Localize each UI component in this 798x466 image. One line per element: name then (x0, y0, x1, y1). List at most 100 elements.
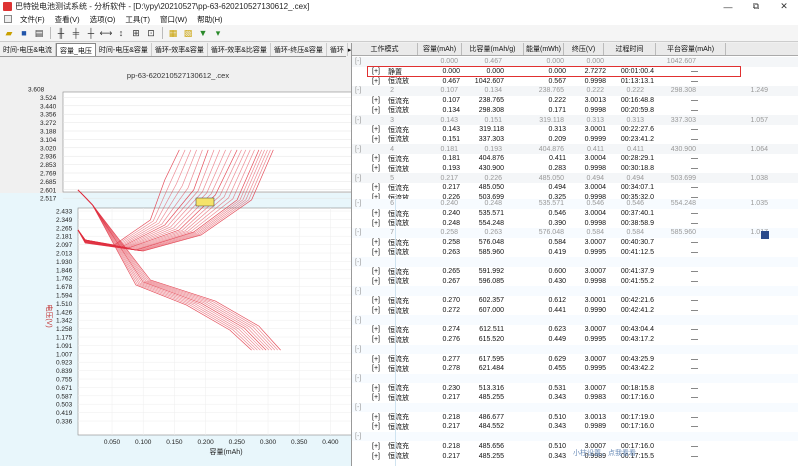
cycle-row[interactable]: [-] 2 0.107 0.134 238.765 0.222 0.222 298.308 1.… (352, 86, 798, 96)
column-header[interactable]: 工作模式 (352, 43, 418, 55)
expand-toggle[interactable]: [-] (355, 257, 361, 267)
export-icon[interactable]: ▧ (181, 27, 195, 40)
expand-toggle[interactable]: [+] (372, 442, 380, 452)
expand-toggle[interactable]: [-] (355, 173, 361, 183)
zoom-box-icon[interactable]: ⊞ (129, 27, 143, 40)
menu-options[interactable]: 选项(O) (85, 14, 121, 25)
expand-toggle[interactable]: [-] (355, 199, 361, 209)
expand-toggle[interactable]: [-] (355, 86, 361, 96)
minimize-button[interactable]: — (714, 0, 742, 13)
close-button[interactable]: ✕ (770, 0, 798, 13)
step-row[interactable]: [+] 恒流充 0.270 602.357 0.612 3.0001 00:42:21.6— (352, 296, 798, 306)
expand-toggle[interactable]: [+] (372, 96, 380, 106)
column-header[interactable]: 过程时间 (604, 43, 656, 55)
expand-toggle[interactable]: [+] (372, 67, 380, 77)
status-hint[interactable]: 小柱设置，点我看看 (573, 448, 636, 458)
step-row[interactable]: [+] 静置 0.000 0.000 0.000 2.7272 00:01:00.4 — (352, 67, 798, 77)
cursor-cross-icon[interactable]: ┼ (84, 27, 98, 40)
expand-toggle[interactable]: [+] (372, 296, 380, 306)
cursor-horizontal-icon[interactable]: ╪ (69, 27, 83, 40)
expand-toggle[interactable]: [+] (372, 451, 380, 461)
cursor-vertical-icon[interactable]: ╫ (54, 27, 68, 40)
step-row[interactable]: [+] 恒流充 0.107 238.765 0.222 3.0013 00:16:48.8 — (352, 96, 798, 106)
expand-toggle[interactable]: [+] (372, 183, 380, 193)
save-icon[interactable]: ■ (17, 27, 31, 40)
cycle-row[interactable]: [-] (352, 373, 798, 384)
expand-toggle[interactable]: [+] (372, 209, 380, 219)
column-header[interactable]: 比容量(mAh/g) (462, 43, 524, 55)
print-icon[interactable]: ▤ (32, 27, 46, 40)
step-row[interactable]: [+] 恒流充 0.230 513.316 0.531 3.0007 00:18:15.8— (352, 383, 798, 393)
menu-view[interactable]: 查看(V) (50, 14, 85, 25)
step-row[interactable]: [+] 恒流充 0.258 576.048 0.584 3.0007 00:40:30.7— (352, 238, 798, 248)
step-row[interactable]: [+] 恒流放 0.217 484.552 0.343 0.9989 00:17:16.0— (352, 422, 798, 432)
column-header[interactable]: 平台容量(mAh) (656, 43, 726, 55)
cycle-row[interactable]: [-] 4 0.181 0.193 404.876 0.411 0.411 430.900 1.… (352, 144, 798, 154)
menu-file[interactable]: 文件(F) (15, 14, 50, 25)
cycle-row[interactable]: [-] 0.000 0.467 0.000 0.000 1042.607 (352, 57, 798, 67)
filter-icon[interactable]: ▼ (196, 27, 210, 40)
expand-toggle[interactable]: [+] (372, 125, 380, 135)
tab-time-voltage-current[interactable]: 时间-电压&电流 (0, 43, 56, 56)
tab-cycle-efficiency-specific[interactable]: 循环-效率&比容量 (208, 43, 271, 56)
expand-toggle[interactable]: [-] (355, 115, 361, 125)
step-row[interactable]: [+] 恒流放 0.272 607.000 0.441 0.9990 00:42:41.2— (352, 306, 798, 316)
maximize-button[interactable]: ⧉ (742, 0, 770, 13)
expand-toggle[interactable]: [+] (372, 325, 380, 335)
expand-toggle[interactable]: [-] (355, 286, 361, 296)
side-panel-icon[interactable] (761, 231, 769, 239)
cycle-row[interactable]: [-] (352, 431, 798, 442)
cycle-row[interactable]: [-] 5 0.217 0.226 485.050 0.494 0.494 503.699 1.… (352, 173, 798, 184)
step-row[interactable]: [+] 恒流放 0.276 615.520 0.449 0.9995 00:43:17.2— (352, 335, 798, 345)
cycle-row[interactable]: [-] (352, 286, 798, 296)
step-row[interactable]: [+] 恒流充 0.277 617.595 0.629 3.0007 00:43:25.9— (352, 354, 798, 364)
tab-time-voltage-capacity[interactable]: 时间-电压&容量 (96, 43, 152, 56)
expand-toggle[interactable]: [-] (355, 315, 361, 325)
expand-toggle[interactable]: [+] (372, 277, 380, 287)
zoom-y-icon[interactable]: ↕ (114, 27, 128, 40)
cycle-row[interactable]: [-] (352, 402, 798, 413)
expand-toggle[interactable]: [-] (355, 432, 361, 442)
step-row[interactable]: [+] 恒流充 0.218 486.677 0.510 3.0013 00:17:19.0— (352, 412, 798, 422)
expand-toggle[interactable]: [-] (355, 345, 361, 355)
expand-toggle[interactable]: [-] (355, 228, 361, 238)
cycle-row[interactable]: [-] (352, 315, 798, 326)
step-row[interactable]: [+] 恒流放 0.134 298.308 0.171 0.9998 00:20:59.8 — (352, 106, 798, 116)
step-row[interactable]: [+] 恒流充 0.181 404.876 0.411 3.0004 00:28:29.1 — (352, 154, 798, 164)
cycle-row[interactable]: [-] (352, 344, 798, 355)
tab-cycle-efficiency-capacity[interactable]: 循环-效率&容量 (152, 43, 208, 56)
voltage-capacity-chart[interactable]: pp-63-620210527130612_.cex 3.6083.5243.44… (0, 58, 376, 466)
expand-toggle[interactable]: [+] (372, 393, 380, 403)
expand-toggle[interactable]: [+] (372, 412, 380, 422)
expand-toggle[interactable]: [+] (372, 238, 380, 248)
expand-toggle[interactable]: [-] (355, 374, 361, 384)
step-row[interactable]: [+] 恒流放 0.267 596.085 0.430 0.9998 00:41:55.2— (352, 277, 798, 287)
tab-cycle-endvoltage-capacity[interactable]: 循环-终压&容量 (271, 43, 327, 56)
step-row[interactable]: [+] 恒流放 0.151 337.303 0.209 0.9999 00:23:41.2 — (352, 135, 798, 145)
column-header[interactable]: 能量(mWh) (524, 43, 564, 55)
expand-toggle[interactable]: [-] (355, 403, 361, 413)
zoom-x-icon[interactable]: ⟷ (99, 27, 113, 40)
cycle-row[interactable]: [-] 3 0.143 0.151 319.118 0.313 0.313 337.303 1.… (352, 115, 798, 125)
step-row[interactable]: [+] 恒流充 0.143 319.118 0.313 3.0001 00:22:27.6 — (352, 125, 798, 135)
expand-toggle[interactable]: [+] (372, 335, 380, 345)
expand-toggle[interactable]: [+] (372, 248, 380, 258)
column-header[interactable]: 终压(V) (564, 43, 604, 55)
expand-toggle[interactable]: [+] (372, 164, 380, 174)
expand-toggle[interactable]: [+] (372, 364, 380, 374)
step-row[interactable]: [+] 恒流充 0.217 485.050 0.494 3.0004 00:34:07.1 — (352, 183, 798, 193)
data-table-icon[interactable]: ▦ (166, 27, 180, 40)
step-row[interactable]: [+] 恒流充 0.240 535.571 0.546 3.0004 00:37:40.1— (352, 209, 798, 219)
step-row[interactable]: [+] 恒流放 0.193 430.900 0.283 0.9998 00:30:18.8 — (352, 164, 798, 174)
open-folder-icon[interactable]: ▰ (2, 27, 16, 40)
expand-toggle[interactable]: [-] (355, 144, 361, 154)
expand-toggle[interactable]: [+] (372, 76, 380, 86)
cycle-row[interactable]: [-] (352, 257, 798, 267)
expand-toggle[interactable]: [+] (372, 218, 380, 228)
step-row[interactable]: [+] 恒流放 0.263 585.960 0.419 0.9995 00:41:12.5— (352, 248, 798, 258)
tab-capacity-voltage[interactable]: 容量_电压 (56, 43, 96, 56)
expand-toggle[interactable]: [+] (372, 267, 380, 277)
expand-toggle[interactable]: [+] (372, 383, 380, 393)
expand-toggle[interactable]: [+] (372, 354, 380, 364)
step-row[interactable]: [+] 恒流充 0.265 591.992 0.600 3.0007 00:41:37.9— (352, 267, 798, 277)
